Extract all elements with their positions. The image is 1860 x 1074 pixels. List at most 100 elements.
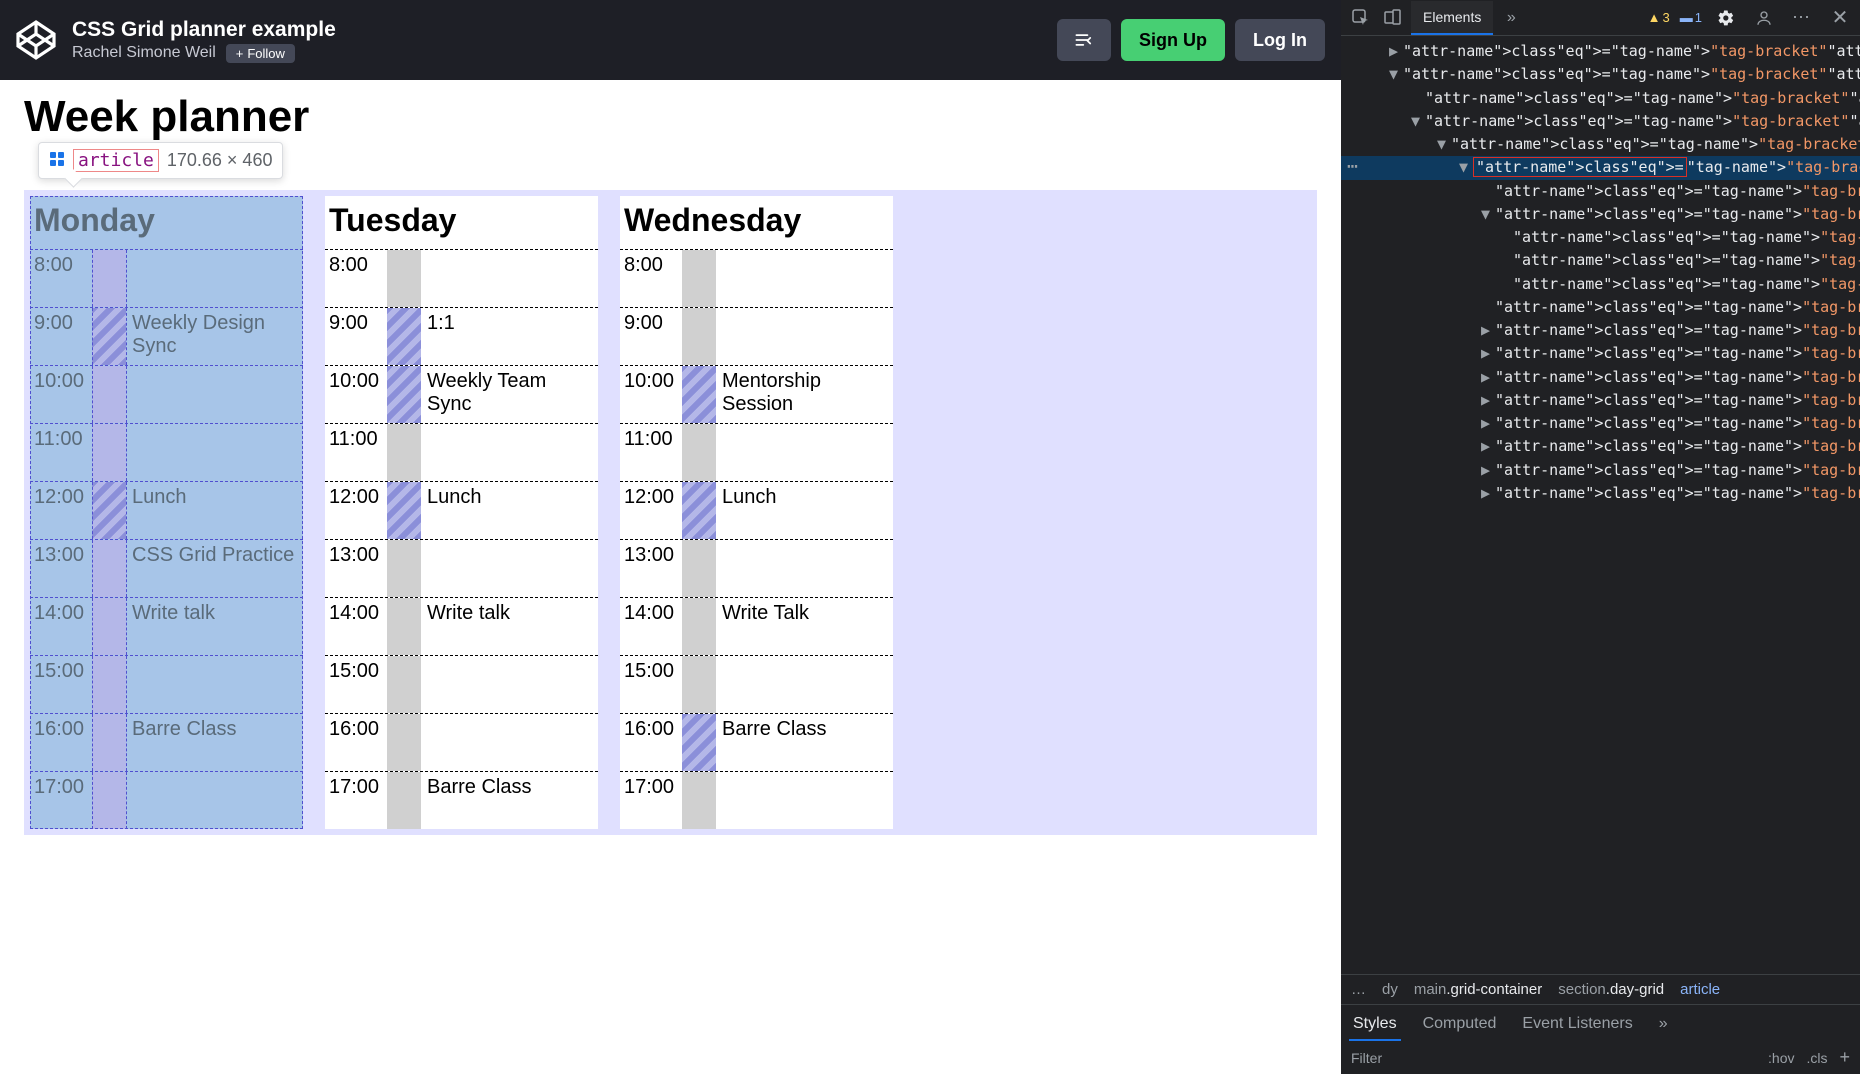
hour-time: 12:00 — [325, 482, 387, 513]
more-tabs-icon[interactable]: » — [1497, 4, 1525, 32]
element-node[interactable]: ▼"attr-name">class"eq">="tag-name">"tag-… — [1341, 110, 1860, 133]
view-switcher-button[interactable] — [1057, 19, 1111, 61]
free-indicator — [387, 540, 421, 597]
element-node[interactable]: "attr-name">class"eq">="tag-name">"tag-b… — [1341, 249, 1860, 272]
hour-row: 14:00Write Talk — [620, 597, 893, 655]
element-node[interactable]: ▶"attr-name">class"eq">="tag-name">"tag-… — [1341, 435, 1860, 458]
info-badge[interactable]: ▬1 — [1680, 10, 1702, 25]
pen-author[interactable]: Rachel Simone Weil — [72, 44, 216, 62]
element-node[interactable]: ▼"attr-name">class"eq">="tag-name">"tag-… — [1341, 63, 1860, 86]
device-toolbar-icon[interactable] — [1379, 4, 1407, 32]
tab-styles[interactable]: Styles — [1349, 1009, 1401, 1041]
element-node[interactable]: ▼"attr-name">class"eq">="tag-name">"tag-… — [1341, 156, 1860, 179]
busy-indicator — [682, 366, 716, 423]
hour-time: 8:00 — [620, 250, 682, 281]
filter-input[interactable]: Filter — [1351, 1050, 1382, 1066]
element-node[interactable]: ▼"attr-name">class"eq">="tag-name">"tag-… — [1341, 133, 1860, 156]
hour-time: 16:00 — [620, 714, 682, 745]
free-indicator — [92, 714, 126, 771]
pen-title[interactable]: CSS Grid planner example — [72, 18, 1041, 42]
page-title: Week planner — [24, 92, 1317, 142]
plus-icon: + — [236, 46, 244, 61]
codepen-logo-icon[interactable] — [16, 20, 56, 60]
hour-row: 13:00 CSS Grid Practice — [30, 539, 303, 597]
element-node[interactable]: "attr-name">class"eq">="tag-name">"tag-b… — [1341, 226, 1860, 249]
hour-row: 10:00Mentorship Session — [620, 365, 893, 423]
element-node[interactable]: ▶"attr-name">class"eq">="tag-name">"tag-… — [1341, 40, 1860, 63]
day-heading: Tuesday — [325, 196, 598, 249]
cls-toggle[interactable]: .cls — [1806, 1050, 1827, 1066]
hour-time: 13:00 — [30, 540, 92, 571]
day-heading: Wednesday — [620, 196, 893, 249]
devtools-panel: Elements » ▲3 ▬1 ⋯ ✕ ▶"attr-name">class"… — [1341, 0, 1860, 1074]
elements-tree[interactable]: ▶"attr-name">class"eq">="tag-name">"tag-… — [1341, 36, 1860, 974]
tooltip-tag: article — [73, 149, 159, 172]
hour-row: 10:00 — [30, 365, 303, 423]
hov-toggle[interactable]: :hov — [1768, 1050, 1794, 1066]
element-node[interactable]: "attr-name">class"eq">="tag-name">"tag-b… — [1341, 273, 1860, 296]
free-indicator — [682, 424, 716, 481]
hour-row: 16:00Barre Class — [30, 713, 303, 771]
crumb-item[interactable]: main.grid-container — [1414, 981, 1542, 998]
element-node[interactable]: ▶"attr-name">class"eq">="tag-name">"tag-… — [1341, 459, 1860, 482]
hour-time: 14:00 — [620, 598, 682, 629]
warnings-badge[interactable]: ▲3 — [1648, 10, 1670, 25]
element-node[interactable]: ▶"attr-name">class"eq">="tag-name">"tag-… — [1341, 319, 1860, 342]
hour-activity: 1:1 — [421, 308, 598, 339]
hour-time: 15:00 — [620, 656, 682, 687]
hour-time: 14:00 — [325, 598, 387, 629]
hour-row: 12:00Lunch — [325, 481, 598, 539]
crumb-item-selected[interactable]: article — [1680, 981, 1720, 998]
element-node[interactable]: ▶"attr-name">class"eq">="tag-name">"tag-… — [1341, 342, 1860, 365]
crumb-item[interactable]: section.day-grid — [1558, 981, 1664, 998]
account-icon[interactable] — [1750, 4, 1778, 32]
breadcrumb[interactable]: … dy main.grid-container section.day-gri… — [1341, 974, 1860, 1004]
new-style-icon[interactable]: + — [1839, 1047, 1850, 1068]
element-node[interactable]: ▶"attr-name">class"eq">="tag-name">"tag-… — [1341, 482, 1860, 505]
element-node[interactable]: "attr-name">class"eq">="tag-name">"tag-b… — [1341, 180, 1860, 203]
hour-activity — [716, 772, 893, 780]
follow-button[interactable]: + Follow — [226, 44, 295, 63]
element-node[interactable]: "attr-name">class"eq">="tag-name">"tag-b… — [1341, 296, 1860, 319]
tab-event-listeners[interactable]: Event Listeners — [1518, 1009, 1636, 1041]
hour-time: 13:00 — [325, 540, 387, 571]
hour-activity — [716, 250, 893, 258]
hour-row: 17:00 — [30, 771, 303, 829]
element-node[interactable]: ▼"attr-name">class"eq">="tag-name">"tag-… — [1341, 203, 1860, 226]
hour-activity — [421, 424, 598, 432]
busy-indicator — [92, 308, 126, 365]
hour-row: 8:00 — [325, 249, 598, 307]
free-indicator — [682, 540, 716, 597]
element-node[interactable]: ▶"attr-name">class"eq">="tag-name">"tag-… — [1341, 366, 1860, 389]
hour-activity — [421, 250, 598, 258]
close-icon[interactable]: ✕ — [1826, 4, 1854, 32]
login-button[interactable]: Log In — [1235, 19, 1325, 61]
hour-activity: CSS Grid Practice — [126, 540, 303, 571]
signup-button[interactable]: Sign Up — [1121, 19, 1225, 61]
hour-time: 13:00 — [620, 540, 682, 571]
free-indicator — [387, 772, 421, 829]
hour-row: 9:00Weekly Design Sync — [30, 307, 303, 365]
more-icon[interactable]: ⋯ — [1788, 4, 1816, 32]
settings-icon[interactable] — [1712, 4, 1740, 32]
tab-computed[interactable]: Computed — [1419, 1009, 1501, 1041]
hour-row: 12:00Lunch — [30, 481, 303, 539]
hour-time: 15:00 — [30, 656, 92, 687]
hour-activity: Weekly Design Sync — [126, 308, 303, 362]
element-node[interactable]: ▶"attr-name">class"eq">="tag-name">"tag-… — [1341, 412, 1860, 435]
more-tabs-icon[interactable]: » — [1655, 1009, 1672, 1041]
hour-time: 9:00 — [620, 308, 682, 339]
inspect-element-icon[interactable] — [1347, 4, 1375, 32]
day-column: Wednesday8:00 9:00 10:00Mentorship Session… — [620, 196, 893, 829]
grid-icon — [49, 151, 65, 170]
hour-row: 11:00 — [30, 423, 303, 481]
pen-meta: CSS Grid planner example Rachel Simone W… — [72, 18, 1041, 63]
element-node[interactable]: "attr-name">class"eq">="tag-name">"tag-b… — [1341, 87, 1860, 110]
tab-elements[interactable]: Elements — [1411, 1, 1493, 35]
busy-indicator — [387, 482, 421, 539]
hour-row: 15:00 — [325, 655, 598, 713]
element-node[interactable]: ▶"attr-name">class"eq">="tag-name">"tag-… — [1341, 389, 1860, 412]
devtools-toolbar: Elements » ▲3 ▬1 ⋯ ✕ — [1341, 0, 1860, 36]
crumb-item[interactable]: dy — [1382, 981, 1398, 998]
free-indicator — [92, 366, 126, 423]
